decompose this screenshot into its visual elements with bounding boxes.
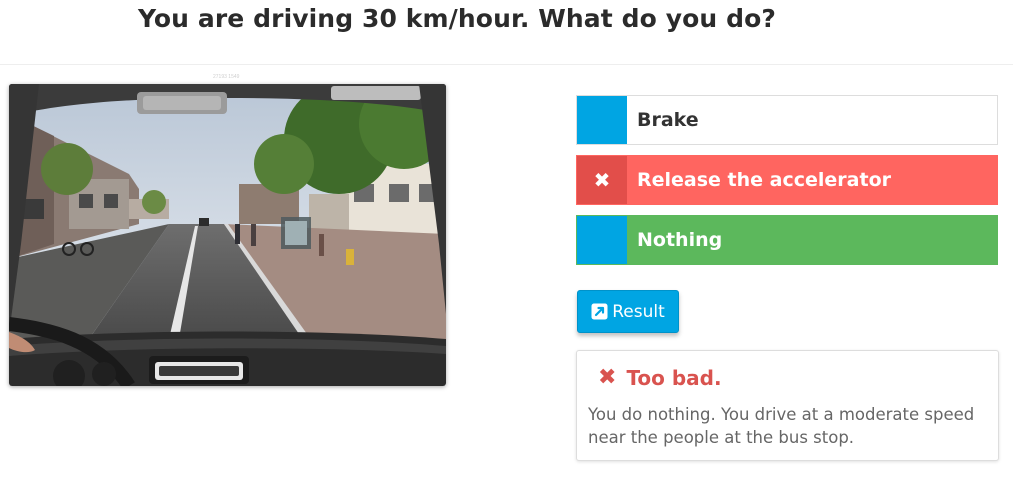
answer-marker: ✖: [577, 156, 627, 204]
answer-marker: [577, 216, 627, 264]
answer-label: Brake: [637, 109, 699, 131]
result-button-label: Result: [612, 301, 665, 322]
question-title: You are driving 30 km/hour. What do you …: [138, 4, 776, 33]
feedback-title: Too bad.: [626, 366, 722, 390]
feedback-heading: ✖ Too bad.: [598, 366, 722, 390]
feedback-text: You do nothing. You drive at a moderate …: [588, 405, 975, 447]
result-button[interactable]: Result: [577, 290, 679, 333]
image-caption: 27193 1549: [213, 74, 240, 80]
answer-release-accelerator[interactable]: ✖ Release the accelerator: [576, 155, 998, 205]
answer-label: Nothing: [637, 229, 723, 251]
traffic-scene-image: [9, 84, 446, 386]
answer-nothing[interactable]: Nothing: [576, 215, 998, 265]
feedback-panel: ✖ Too bad. You do nothing. You drive at …: [576, 350, 999, 461]
title-divider: [0, 64, 1013, 65]
answer-label: Release the accelerator: [637, 169, 891, 191]
answer-marker: [577, 96, 627, 144]
answer-brake[interactable]: Brake: [576, 95, 998, 145]
external-link-icon: [591, 303, 608, 320]
wrong-x-icon: ✖: [598, 365, 617, 390]
wrong-x-icon: ✖: [593, 168, 611, 192]
